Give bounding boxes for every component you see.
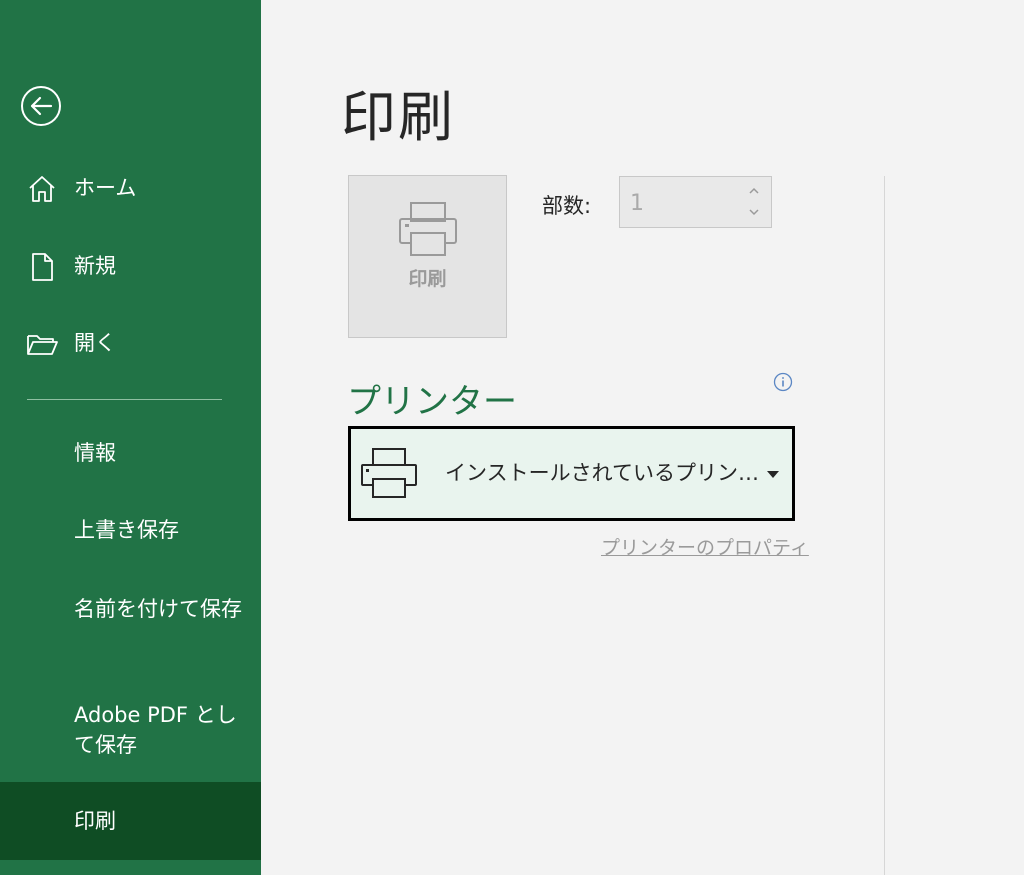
- back-arrow-icon: [21, 86, 61, 126]
- nav-item-info[interactable]: 情報: [0, 438, 261, 470]
- nav-item-save[interactable]: 上書き保存: [0, 515, 261, 547]
- info-icon[interactable]: [773, 372, 793, 392]
- nav-item-label: ホーム: [74, 176, 137, 200]
- print-button[interactable]: 印刷: [348, 175, 507, 338]
- printer-dropdown[interactable]: インストールされているプリン…: [348, 426, 795, 521]
- spin-up-icon[interactable]: [747, 184, 761, 198]
- home-icon: [29, 176, 55, 202]
- copies-value: 1: [630, 191, 644, 216]
- chevron-down-icon: [767, 471, 779, 478]
- spin-down-icon[interactable]: [747, 205, 761, 219]
- nav-item-label: Adobe PDF として保存: [74, 703, 237, 757]
- nav-item-label: 新規: [74, 254, 116, 278]
- copies-label: 部数:: [542, 194, 592, 218]
- vertical-divider: [884, 176, 885, 875]
- nav-divider: [27, 399, 222, 400]
- nav-item-open[interactable]: 開く: [0, 328, 261, 360]
- printer-properties-link[interactable]: プリンターのプロパティ: [601, 533, 809, 560]
- printer-name: インストールされているプリン…: [445, 461, 759, 485]
- nav-item-label: 上書き保存: [74, 518, 179, 542]
- copies-input[interactable]: 1: [619, 176, 772, 228]
- nav-item-new[interactable]: 新規: [0, 251, 261, 283]
- nav-item-label: 情報: [74, 441, 116, 465]
- nav-item-save-as[interactable]: 名前を付けて保存: [0, 594, 261, 656]
- page-title: 印刷: [341, 85, 456, 149]
- nav-item-print[interactable]: 印刷: [0, 782, 261, 860]
- printer-icon: [361, 448, 417, 498]
- print-button-label: 印刷: [408, 268, 447, 290]
- nav-item-save-as-adobe-pdf[interactable]: Adobe PDF として保存: [0, 700, 261, 762]
- nav-item-label: 印刷: [74, 809, 116, 833]
- nav-item-home[interactable]: ホーム: [0, 173, 261, 205]
- open-folder-icon: [27, 335, 58, 355]
- printer-icon: [399, 202, 457, 256]
- backstage-sidebar: ホーム 新規 開く 情報 上書き保存 名前を付けて保存 Adobe PDF とし…: [0, 0, 261, 875]
- nav-item-label: 開く: [74, 331, 116, 355]
- new-document-icon: [32, 253, 53, 281]
- print-pane: 印刷 印刷 部数: 1 プリンター インストールされているプリン… プリンターの…: [261, 0, 1024, 875]
- printer-heading: プリンター: [347, 382, 517, 422]
- nav-item-label: 名前を付けて保存: [74, 597, 242, 621]
- back-button[interactable]: [20, 85, 62, 127]
